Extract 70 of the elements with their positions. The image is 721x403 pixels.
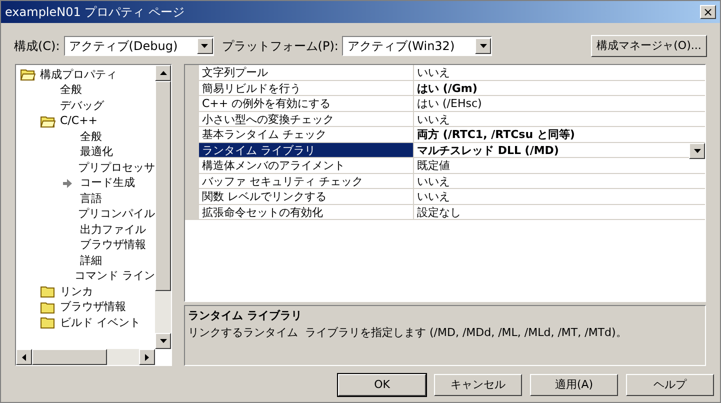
property-value[interactable]: 設定なし (414, 204, 705, 219)
tree-item[interactable]: プリプロセッサ (74, 160, 155, 176)
dropdown-arrow-button[interactable] (689, 142, 705, 158)
platform-dropdown[interactable]: アクティブ(Win32) (342, 36, 492, 56)
property-value[interactable]: 両方 (/RTC1, /RTCsu と同等) (414, 127, 705, 142)
arrow-icon (63, 178, 72, 188)
platform-label: プラットフォーム(P): (222, 38, 338, 55)
property-name[interactable]: 小さい型への変換チェック (199, 112, 414, 126)
window-title: exampleN01 プロパティ ページ (5, 4, 185, 21)
config-dropdown[interactable]: アクティブ(Debug) (64, 36, 214, 56)
caret-icon (480, 44, 487, 48)
property-name[interactable]: 拡張命令セットの有効化 (199, 204, 414, 219)
dialog-button[interactable]: ヘルプ (626, 374, 714, 396)
vertical-scrollbar[interactable] (155, 65, 171, 349)
folder-icon (40, 300, 56, 314)
scroll-down-icon (160, 339, 166, 343)
horizontal-scrollbar[interactable] (16, 349, 155, 365)
dialog-button[interactable]: キャンセル (434, 374, 522, 396)
tree-item[interactable]: コマンド ライン (70, 268, 155, 284)
caret-icon (201, 44, 208, 48)
tree-item[interactable]: リンカ (56, 284, 93, 300)
tree-item[interactable]: ブラウザ情報 (76, 237, 146, 254)
tree-item[interactable]: 言語 (76, 190, 102, 207)
property-name[interactable]: 簡易リビルドを行う (199, 80, 414, 95)
caret-icon (694, 148, 700, 152)
tree-item[interactable]: 全般 (76, 128, 102, 145)
open-folder-icon (20, 68, 36, 82)
property-value[interactable]: 既定値 (414, 158, 705, 172)
open-folder-icon (40, 114, 56, 128)
property-value[interactable]: はい (/EHsc) (414, 96, 705, 110)
property-name[interactable]: 関数 レベルでリンクする (199, 189, 414, 204)
scroll-left-icon (22, 354, 26, 360)
scroll-up-icon (160, 71, 166, 75)
dropdown-arrow-button[interactable] (475, 38, 492, 54)
tree-item[interactable]: ブラウザ情報 (56, 299, 126, 316)
folder-icon (40, 316, 56, 330)
scroll-thumb[interactable] (155, 81, 171, 291)
property-name[interactable]: 文字列プール (199, 65, 414, 80)
config-manager-button[interactable]: 構成マネージャ(O)... (591, 35, 707, 57)
property-value[interactable]: いいえ (414, 189, 705, 204)
folder-icon (40, 285, 56, 298)
tree-item[interactable]: 全般 (56, 82, 82, 98)
tree-item[interactable]: コード生成 (76, 175, 135, 192)
tree-item[interactable]: 詳細 (76, 252, 102, 269)
property-value[interactable]: はい (/Gm) (414, 80, 705, 95)
description-text: リンクするランタイム ライブラリを指定します (/MD, /MDd, /ML, /MLd, /MT, /MTd)。 (188, 324, 628, 340)
scroll-right-icon (145, 354, 149, 360)
dropdown-arrow-button[interactable] (196, 38, 213, 54)
dialog-button[interactable]: 適用(A) (530, 374, 618, 396)
property-value[interactable]: いいえ (414, 174, 705, 188)
tree-item[interactable]: デバッグ (56, 98, 104, 114)
tree-item[interactable]: プリコンパイル (74, 206, 155, 222)
scroll-thumb[interactable] (32, 349, 107, 365)
property-value[interactable]: マルチスレッド DLL (/MD) (414, 142, 689, 157)
tree-item[interactable]: C/C++ (56, 113, 98, 130)
property-value[interactable]: いいえ (414, 65, 705, 80)
close-button[interactable]: × (700, 5, 716, 19)
property-name[interactable]: ランタイム ライブラリ (199, 142, 414, 157)
property-name[interactable]: C++ の例外を有効にする (199, 96, 414, 110)
dialog-button[interactable]: OK (338, 374, 426, 396)
tree-item[interactable]: ビルド イベント (56, 314, 140, 331)
description-title: ランタイム ライブラリ (188, 308, 303, 324)
property-name[interactable]: バッファ セキュリティ チェック (199, 174, 414, 188)
config-label: 構成(C): (14, 38, 60, 55)
property-name[interactable]: 構造体メンバのアライメント (199, 158, 414, 172)
property-value[interactable]: いいえ (414, 112, 705, 126)
tree-item[interactable]: 出力ファイル (76, 222, 146, 238)
tree-item[interactable]: 最適化 (76, 144, 113, 160)
tree-item[interactable]: 構成プロパティ (36, 66, 117, 83)
property-name[interactable]: 基本ランタイム チェック (199, 127, 414, 142)
